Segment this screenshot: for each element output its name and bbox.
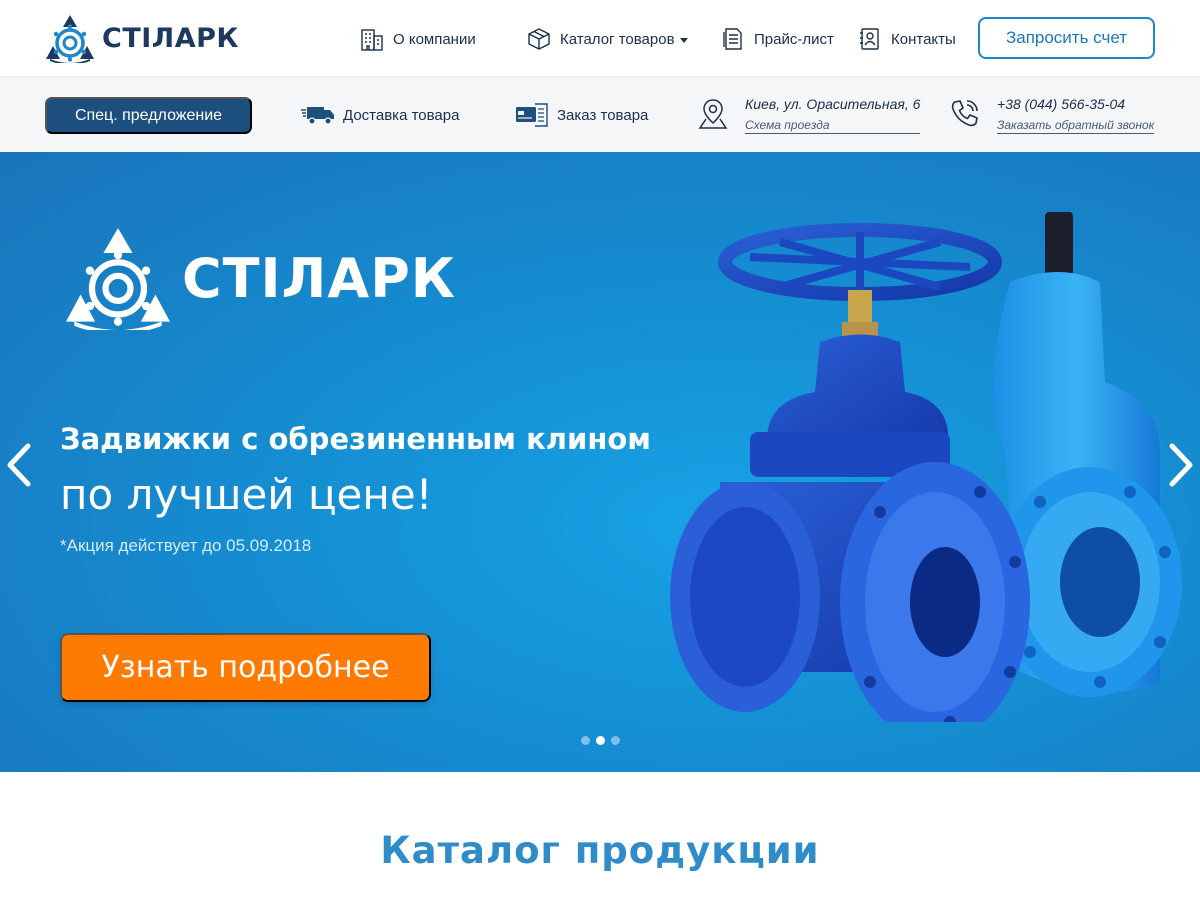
delivery-label: Доставка товара	[343, 106, 460, 124]
phone-icon	[949, 97, 981, 136]
chevron-left-icon	[7, 443, 31, 487]
chevron-right-icon	[1169, 443, 1193, 487]
secondary-bar: Спец. предложение Доставка товара Заказ …	[0, 77, 1200, 152]
document-icon	[720, 26, 746, 52]
hero-slider: СТІЛАРК Задвижки с обрезиненным клином п…	[0, 152, 1200, 772]
request-invoice-button[interactable]: Запросить счет	[978, 17, 1155, 59]
hero-title: Задвижки с обрезиненным клином	[60, 422, 651, 456]
nav-about-label: О компании	[393, 30, 476, 48]
nav-contacts-label: Контакты	[891, 30, 956, 48]
order-label: Заказ товара	[557, 106, 649, 124]
catalog-title: Каталог продукции	[380, 829, 820, 872]
special-offer-button[interactable]: Спец. предложение	[45, 97, 252, 134]
directions-link[interactable]: Схема проезда	[745, 117, 921, 134]
slider-next-arrow[interactable]	[1162, 440, 1198, 490]
phone-block: +38 (044) 566-35-04 Заказать обратный зв…	[949, 95, 1155, 136]
nav-about[interactable]: О компании	[359, 22, 476, 56]
site-logo[interactable]: СТІЛАРК	[44, 12, 239, 64]
nav-price-list-label: Прайс-лист	[754, 30, 834, 48]
site-header: СТІЛАРК О компании Каталог товаров Прайс…	[0, 0, 1200, 77]
hero-logo-icon	[66, 228, 170, 330]
address-text: Киев, ул. Орасительная, 6	[745, 96, 921, 112]
nav-catalog[interactable]: Каталог товаров	[526, 22, 688, 56]
slider-prev-arrow[interactable]	[2, 440, 38, 490]
slider-dot-3[interactable]	[611, 736, 620, 745]
slider-dot-1[interactable]	[581, 736, 590, 745]
contacts-icon	[857, 26, 883, 52]
learn-more-button[interactable]: Узнать подробнее	[60, 633, 431, 702]
truck-icon	[301, 104, 335, 126]
chevron-down-icon	[679, 37, 688, 43]
logo-icon	[46, 15, 94, 63]
hero-logo: СТІЛАРК	[60, 226, 456, 330]
gate-valve-image	[670, 212, 1182, 722]
order-card-icon	[516, 102, 549, 128]
order-link[interactable]: Заказ товара	[516, 100, 648, 130]
slider-dots	[578, 736, 623, 745]
nav-catalog-label: Каталог товаров	[560, 30, 675, 48]
nav-price-list[interactable]: Прайс-лист	[720, 22, 834, 56]
promo-note: *Акция действует до 05.09.2018	[60, 536, 312, 555]
callback-link[interactable]: Заказать обратный звонок	[997, 117, 1155, 134]
nav-contacts[interactable]: Контакты	[857, 22, 956, 56]
building-icon	[359, 26, 385, 52]
slider-dot-2[interactable]	[596, 736, 605, 745]
hero-logo-text: СТІЛАРК	[182, 246, 456, 310]
delivery-link[interactable]: Доставка товара	[301, 100, 459, 130]
logo-text: СТІЛАРК	[102, 22, 239, 54]
hero-subtitle: по лучшей цене!	[60, 470, 433, 519]
phone-number-link[interactable]: +38 (044) 566-35-04	[997, 95, 1154, 113]
box-icon	[526, 26, 552, 52]
map-pin-icon	[697, 97, 729, 136]
address-block: Киев, ул. Орасительная, 6 Схема проезда	[697, 95, 921, 136]
